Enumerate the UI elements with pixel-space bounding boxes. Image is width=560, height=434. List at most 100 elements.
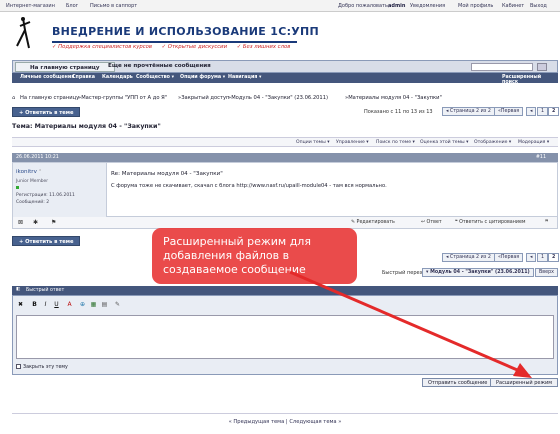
page-label: ◂ Страница 2 из 2 (442, 107, 495, 116)
shown-range: Показано с 11 по 13 из 13 (364, 109, 433, 115)
nav-item-pm[interactable]: Личные сообщения (20, 75, 74, 80)
report-icon[interactable]: ⊠ (18, 219, 23, 226)
nav-item-help[interactable]: Справка (72, 75, 95, 80)
search-button[interactable] (537, 63, 547, 71)
topbar-notifications[interactable]: Уведомления (410, 3, 445, 9)
link-icon[interactable]: ⊕ (78, 300, 87, 309)
breadcrumb-item[interactable]: » Модуль 04 - "Закупки" (23.06.2011) (228, 95, 328, 101)
clear-format-icon[interactable]: ✖ (16, 300, 25, 309)
topbar-logout[interactable]: Выход (530, 3, 547, 9)
topbar-welcome: Добро пожаловать, (338, 3, 390, 9)
post-user-panel: ikonitrv ° Junior Member Регистрация: 11… (13, 163, 107, 218)
reply-quote-button[interactable]: ❝ Ответить с цитированием (455, 220, 526, 225)
search-input[interactable] (471, 63, 533, 71)
breadcrumb-item[interactable]: » Мастер-группы "УПП от А до Я" (78, 95, 167, 101)
checkbox-icon[interactable] (16, 364, 21, 369)
first-page-button-bottom[interactable]: «Первая (494, 253, 524, 262)
thread-tools-bar: Опции темы ▾ Управление ▾ Поиск по теме … (12, 137, 558, 147)
topbar-cabinet[interactable]: Кабинет (502, 3, 524, 9)
post-username[interactable]: ikonitrv ° (16, 169, 42, 175)
post-header: 26.06.2011 10:21 #11 (12, 153, 558, 162)
message-textarea[interactable] (16, 315, 554, 359)
source-icon[interactable]: ✎ (113, 300, 122, 309)
nav-top-row: На главную страницу Еще не прочтённые со… (12, 60, 558, 73)
prev-thread-link[interactable]: « Предыдущая тема (229, 419, 285, 425)
topbar-link-shop[interactable]: Интернет-магазин (6, 3, 55, 9)
first-page-button[interactable]: «Первая (494, 107, 524, 116)
site-logo-icon[interactable] (14, 16, 32, 50)
submit-message-button[interactable]: Отправить сообщение (422, 378, 494, 387)
nav-item-community[interactable]: Сообщество ▾ (136, 75, 174, 80)
nav-item-navigation[interactable]: Навигация ▾ (228, 75, 261, 80)
tools-search-thread[interactable]: Поиск по теме ▾ (376, 140, 415, 145)
site-tagline: ✓ Поддержка специалистов курсов ✓ Открыт… (52, 44, 298, 50)
home-icon[interactable]: ⌂ (12, 95, 15, 101)
multiquote-icon[interactable]: ❞ (545, 219, 548, 226)
nav-home-tab[interactable]: На главную страницу (15, 62, 115, 72)
page-label-bottom: ◂ Страница 2 из 2 (442, 253, 495, 262)
offline-icon: ° (38, 169, 42, 175)
topbar-profile[interactable]: Мой профиль (458, 3, 493, 9)
site-title[interactable]: ВНЕДРЕНИЕ И ИСПОЛЬЗОВАНИЕ 1С:УПП (52, 25, 319, 38)
nav-item-calendar[interactable]: Календарь (102, 75, 133, 80)
tagline-item: ✓ Поддержка специалистов курсов (52, 44, 152, 50)
quick-reply-header: ◧ Быстрый ответ (12, 286, 558, 295)
underline-icon[interactable]: U (52, 300, 61, 309)
post-registered: Регистрация: 11.06.2011 (16, 193, 75, 198)
annotation-text: Расширенный режим для добавления файлов … (163, 235, 311, 276)
font-color-icon[interactable]: A (65, 300, 74, 309)
page-1-button-bottom[interactable]: 1 (537, 253, 549, 262)
collapse-icon[interactable]: ◧ (16, 287, 21, 292)
topbar-username[interactable]: admin (388, 3, 405, 9)
breadcrumb-item[interactable]: На главную страницу (20, 95, 79, 101)
quick-reply-editor: ✖ B I U A ⊕ ▦ ▤ ✎ Закрыть эту тему (12, 295, 558, 375)
quote-icon[interactable]: ▤ (100, 300, 109, 309)
edit-post-button[interactable]: ✎ Редактировать (351, 220, 395, 225)
topbar-link-blog[interactable]: Блог (66, 3, 78, 9)
post-body: ikonitrv ° Junior Member Регистрация: 11… (12, 162, 558, 218)
reply-thread-button-bottom[interactable]: + Ответить в теме (12, 236, 81, 246)
advanced-mode-button[interactable]: Расширенный режим (490, 378, 559, 387)
page-1-button[interactable]: 1 (537, 107, 549, 116)
italic-icon[interactable]: I (41, 300, 50, 309)
prev-page-button-bottom[interactable]: ◂ (526, 253, 537, 262)
quick-reply-title: Быстрый ответ (26, 288, 65, 293)
tools-manage[interactable]: Управление ▾ (336, 140, 369, 145)
close-thread-checkbox[interactable]: Закрыть эту тему (16, 364, 68, 370)
footer-separator: | (285, 419, 288, 425)
reply-post-button[interactable]: ↩ Ответ (421, 220, 442, 225)
nav-bottom-row: Личные сообщения Справка Календарь Сообщ… (12, 73, 558, 85)
page-2-button[interactable]: 2 (548, 107, 560, 116)
quick-nav-select[interactable]: ▾ Модуль 04 - "Закупки" (23.06.2011) (422, 268, 534, 277)
next-thread-link[interactable]: Следующая тема » (289, 419, 341, 425)
breadcrumb-item[interactable]: » Материалы модуля 04 - "Закупки" (345, 95, 442, 101)
topbar-link-support[interactable]: Письмо в саппорт (90, 3, 137, 9)
thread-footer: « Предыдущая тема | Следующая тема » (12, 413, 558, 434)
nav-advanced-search[interactable]: Расширенный поиск (502, 75, 558, 85)
nav-unread-link[interactable]: Еще не прочтённые сообщения (108, 63, 211, 69)
image-icon[interactable]: ▦ (89, 300, 98, 309)
reply-thread-button[interactable]: + Ответить в теме (12, 107, 81, 117)
breadcrumb-item[interactable]: » Закрытый доступ (178, 95, 229, 101)
post-count: Сообщений: 2 (16, 200, 50, 205)
tools-display[interactable]: Отображение ▾ (474, 140, 511, 145)
tools-moderation[interactable]: Модерация ▾ (518, 140, 549, 145)
post-text: С форума тоже не скачивает, скачал с бло… (111, 183, 387, 189)
nav-item-forum-options[interactable]: Опции форума ▾ (180, 75, 225, 80)
bold-icon[interactable]: B (30, 300, 39, 309)
post-date: 26.06.2011 10:21 (16, 155, 59, 160)
tools-thread-options[interactable]: Опции темы ▾ (296, 140, 330, 145)
main-navigation: На главную страницу Еще не прочтённые со… (12, 60, 558, 86)
flag-icon[interactable]: ⚑ (51, 219, 56, 226)
post-subject: Re: Материалы модуля 04 - "Закупки" (111, 171, 223, 177)
prev-page-button[interactable]: ◂ (526, 107, 537, 116)
thread-title: Тема: Материалы модуля 04 - "Закупки" (12, 123, 161, 130)
post-number[interactable]: #11 (536, 155, 546, 160)
tagline-item: ✓ Без лишних слов (236, 44, 291, 50)
top-bar: Интернет-магазин Блог Письмо в саппорт Д… (0, 0, 560, 12)
star-icon[interactable]: ✱ (33, 219, 38, 226)
tools-rate-thread[interactable]: Оценка этой темы ▾ (420, 140, 468, 145)
page-2-button-bottom[interactable]: 2 (548, 253, 560, 262)
scroll-top-button[interactable]: Вверх (535, 268, 558, 277)
reputation-icon (16, 186, 19, 189)
